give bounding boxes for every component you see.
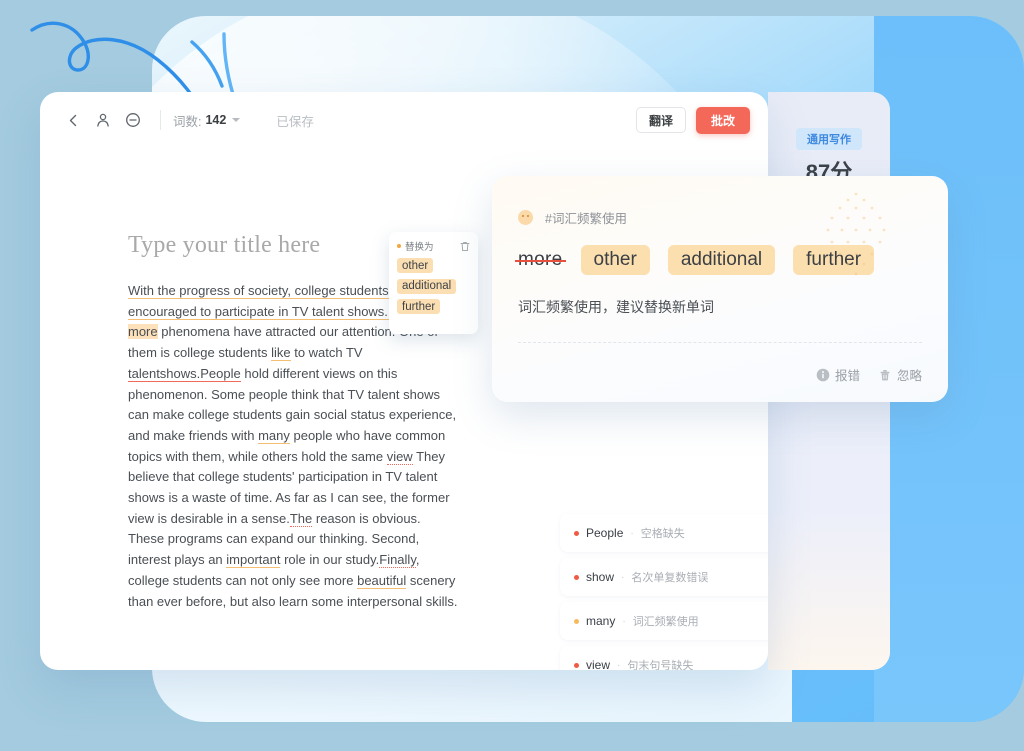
replace-option-1[interactable]: additional — [397, 278, 457, 294]
doc-seg-3[interactable]: more — [128, 324, 158, 340]
toolbar-actions: 翻译 批改 — [636, 106, 750, 134]
editor-toolbar: 词数: 142 已保存 翻译 批改 — [40, 92, 768, 148]
word-count-label: 词数: — [173, 114, 202, 129]
emoji-toggle-button[interactable] — [118, 105, 148, 135]
stage: 词数: 142 已保存 翻译 批改 Type your title here W… — [0, 0, 1024, 751]
word-count-value: 142 — [205, 113, 227, 127]
error-word: People — [586, 526, 624, 540]
error-word: show — [586, 570, 615, 584]
detail-actions: 报错 忽略 — [816, 365, 922, 384]
doc-seg-12[interactable]: view — [386, 448, 413, 465]
doc-seg-5[interactable]: like — [271, 345, 291, 362]
inline-popup-title: 替换为 — [405, 242, 434, 253]
back-button[interactable] — [58, 105, 88, 135]
error-word: view — [586, 658, 611, 670]
doc-seg-8[interactable]: People — [200, 365, 241, 382]
report-button[interactable]: 报错 — [816, 365, 860, 384]
inline-replace-popup[interactable]: 替换为 other additional further — [389, 232, 478, 334]
trash-icon[interactable] — [460, 241, 470, 252]
separator-dot: · — [622, 615, 626, 627]
doc-seg-7[interactable]: talentshows. — [128, 365, 201, 382]
inline-popup-title-group: 替换为 — [397, 239, 434, 253]
suggestion-chip-1[interactable]: additional — [667, 245, 776, 275]
face-emoji-icon — [518, 210, 533, 225]
table-row[interactable]: People · 空格缺失 — [560, 514, 768, 552]
trash-icon — [880, 369, 890, 380]
warning-dot-icon — [397, 244, 401, 248]
suggestion-detail-card: #词汇频繁使用 more other additional further 词汇… — [492, 176, 948, 402]
word-count-control[interactable]: 词数: 142 — [173, 111, 241, 130]
report-label: 报错 — [834, 369, 860, 383]
doc-seg-14[interactable]: The — [289, 510, 313, 527]
saved-status: 已保存 — [276, 114, 314, 129]
error-type: 词汇频繁使用 — [632, 616, 699, 628]
replace-option-0[interactable]: other — [397, 258, 434, 273]
separator-dot: · — [630, 527, 634, 539]
circle-minus-icon — [126, 113, 140, 127]
severity-dot-icon — [574, 530, 579, 536]
doc-seg-17: role in our study. — [280, 552, 380, 568]
severity-dot-icon — [574, 574, 579, 580]
table-row[interactable]: show · 名次单复数错误 — [560, 558, 768, 596]
error-type: 名次单复数错误 — [631, 572, 709, 584]
chevron-down-icon — [232, 118, 241, 122]
score-category-badge: 通用写作 — [796, 128, 862, 150]
separator-dot: · — [621, 571, 625, 583]
ignore-label: 忽略 — [896, 369, 922, 383]
account-button[interactable] — [88, 105, 118, 135]
ignore-button[interactable]: 忽略 — [878, 365, 922, 384]
suggestion-chip-0[interactable]: other — [580, 245, 650, 275]
doc-seg-20[interactable]: beautiful — [357, 572, 407, 589]
table-row[interactable]: view · 句末句号缺失 — [560, 646, 768, 670]
doc-seg-10[interactable]: many — [258, 427, 290, 444]
inline-popup-header: 替换为 — [397, 239, 470, 253]
table-row[interactable]: many · 词汇频繁使用 — [560, 602, 768, 640]
person-icon — [97, 113, 109, 127]
detail-divider — [518, 342, 922, 343]
chevron-left-icon — [69, 114, 76, 126]
original-word: more — [515, 249, 565, 270]
severity-dot-icon — [574, 662, 579, 668]
toolbar-divider — [160, 110, 161, 130]
doc-seg-18[interactable]: Finally — [379, 552, 416, 569]
error-type: 空格缺失 — [640, 528, 685, 540]
severity-dot-icon — [574, 618, 579, 624]
separator-dot: · — [617, 659, 621, 671]
detail-tag-label: #词汇频繁使用 — [545, 212, 627, 226]
replace-option-2[interactable]: further — [397, 299, 441, 314]
doc-seg-6: to watch TV — [290, 345, 363, 361]
correct-button[interactable]: 批改 — [696, 106, 750, 134]
doc-seg-16[interactable]: important — [226, 552, 281, 569]
translate-button[interactable]: 翻译 — [636, 107, 686, 133]
error-type: 句末句号缺失 — [627, 660, 694, 670]
info-icon — [816, 368, 830, 381]
dot-pattern-decoration-icon — [826, 192, 886, 276]
error-word: many — [586, 614, 616, 628]
